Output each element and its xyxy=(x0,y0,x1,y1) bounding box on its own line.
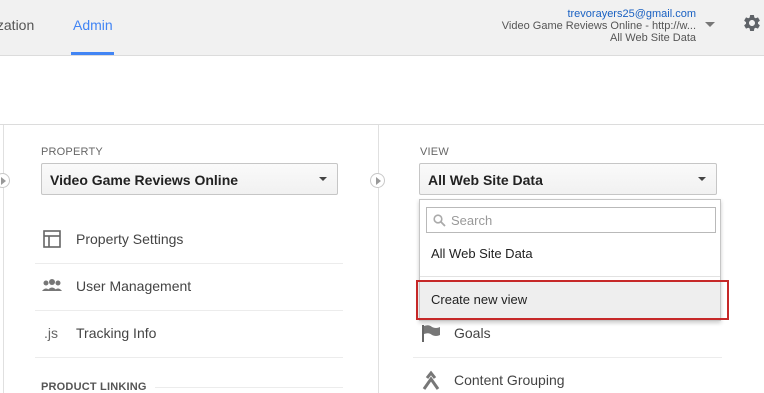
view-column-label: VIEW xyxy=(420,146,449,158)
property-select[interactable]: Video Game Reviews Online xyxy=(41,163,338,195)
top-nav-bar: nization Admin trevorayers25@gmail.com V… xyxy=(0,0,764,56)
menu-separator xyxy=(35,263,343,264)
product-linking-heading: PRODUCT LINKING xyxy=(41,381,147,393)
account-property: Video Game Reviews Online - http://w... xyxy=(501,20,696,32)
account-selector[interactable]: trevorayers25@gmail.com Video Game Revie… xyxy=(502,8,696,44)
menu-separator xyxy=(35,357,343,358)
chevron-down-icon xyxy=(698,177,706,181)
grouping-icon xyxy=(422,370,440,390)
account-view: All Web Site Data xyxy=(609,32,696,44)
view-select-value: All Web Site Data xyxy=(428,172,543,188)
view-dropdown-menu: All Web Site Data Create new view xyxy=(419,199,721,321)
menu-separator xyxy=(35,310,343,311)
column-divider-left xyxy=(3,125,4,393)
view-select[interactable]: All Web Site Data xyxy=(419,163,717,195)
svg-text:.js: .js xyxy=(44,325,58,341)
flag-icon xyxy=(422,325,440,342)
user-management-label: User Management xyxy=(76,278,192,294)
arrow-right-icon xyxy=(0,173,10,188)
goals-label: Goals xyxy=(454,325,491,341)
property-settings-label: Property Settings xyxy=(76,231,184,247)
tab-organization[interactable]: nization xyxy=(0,17,34,33)
chevron-down-icon xyxy=(319,177,327,181)
content-divider xyxy=(0,124,764,125)
chevron-down-icon[interactable] xyxy=(705,22,715,27)
create-new-view-option[interactable]: Create new view xyxy=(420,282,720,318)
property-select-value: Video Game Reviews Online xyxy=(50,172,239,188)
view-search-input[interactable] xyxy=(426,207,716,233)
layout-icon xyxy=(43,230,61,248)
arrow-right-icon xyxy=(370,173,385,188)
dropdown-divider xyxy=(420,276,720,277)
js-icon: .js xyxy=(44,325,58,341)
account-email: trevorayers25@gmail.com xyxy=(567,8,696,20)
column-divider-middle xyxy=(378,125,379,393)
menu-separator xyxy=(413,357,722,358)
property-column-label: PROPERTY xyxy=(41,146,103,158)
section-divider xyxy=(155,387,343,388)
view-option-all-web-site-data[interactable]: All Web Site Data xyxy=(420,237,720,269)
active-tab-indicator xyxy=(71,52,114,55)
gear-icon[interactable] xyxy=(742,13,762,33)
tracking-info-label: Tracking Info xyxy=(76,325,157,341)
users-icon xyxy=(42,279,62,291)
content-grouping-label: Content Grouping xyxy=(454,372,565,388)
tab-admin[interactable]: Admin xyxy=(73,17,113,33)
